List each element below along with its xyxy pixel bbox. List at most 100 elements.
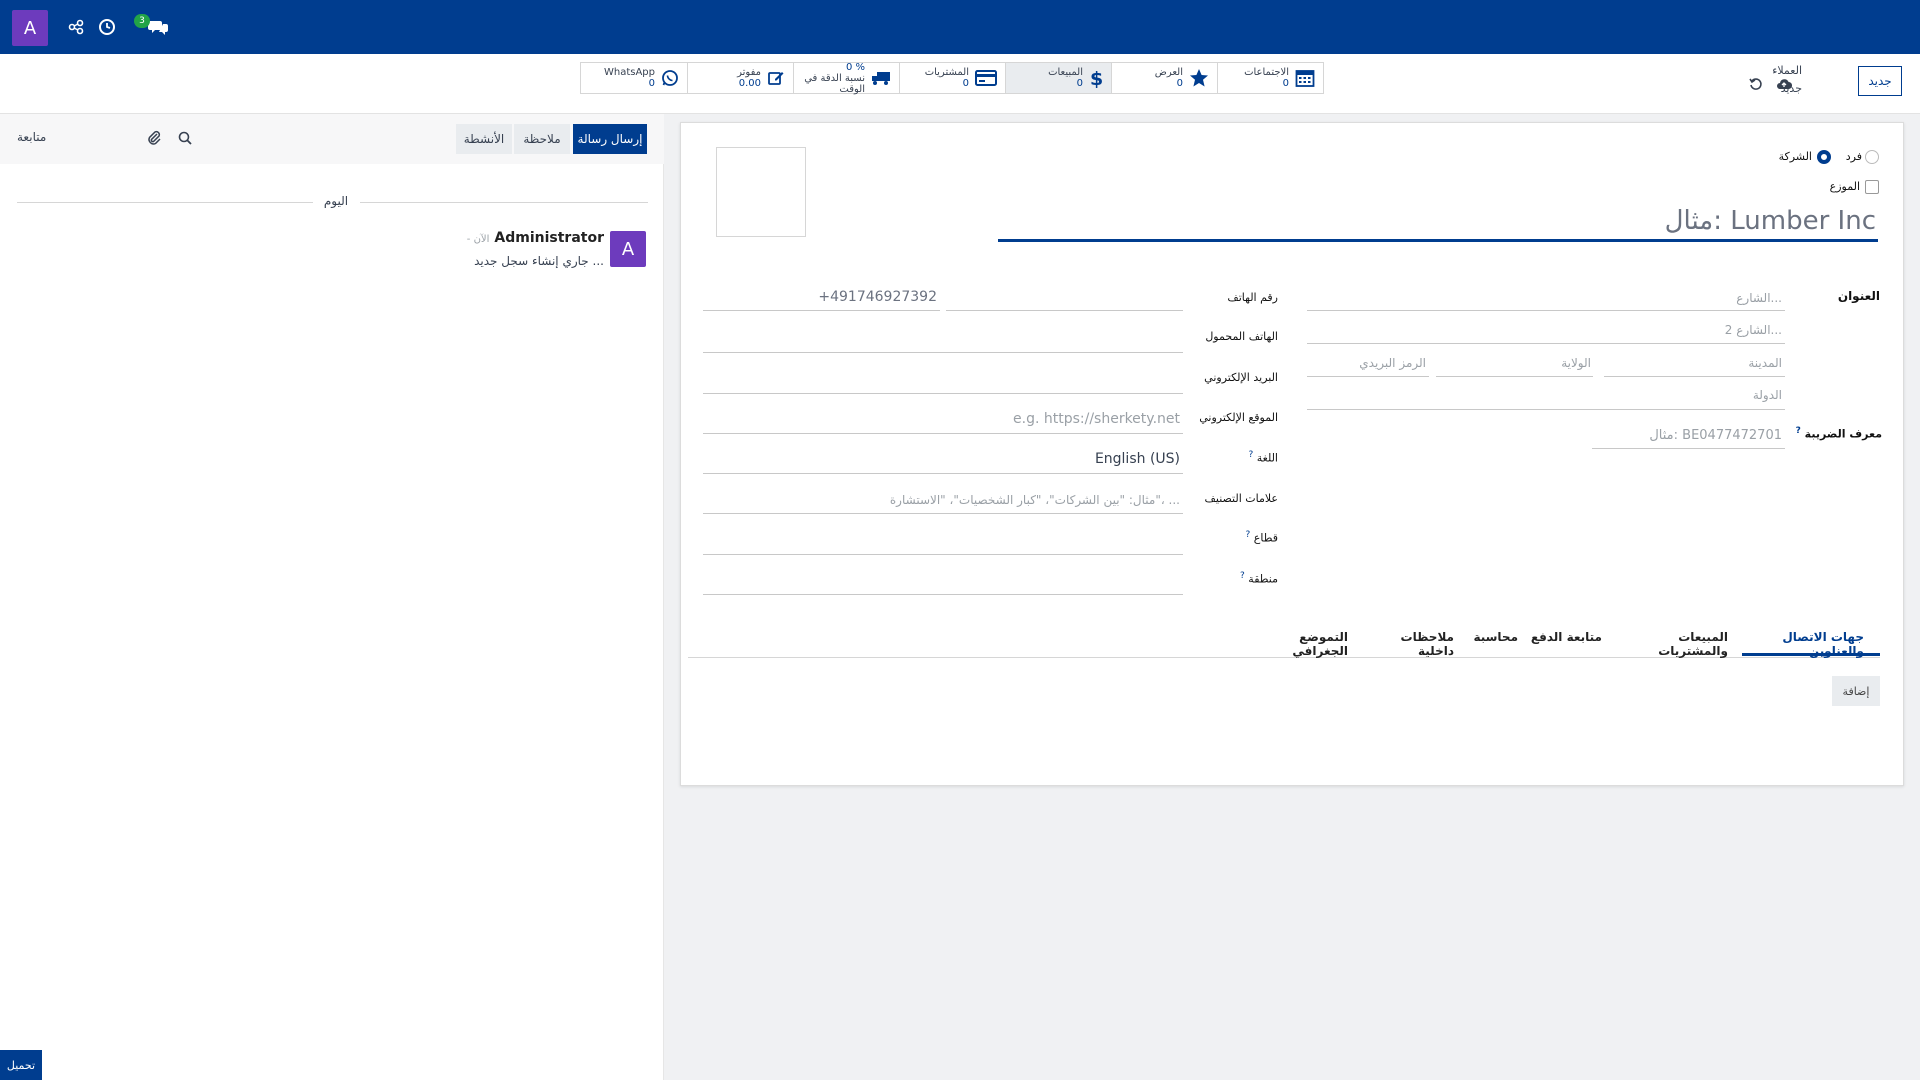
discard-icon[interactable] [1748,76,1764,92]
field-underline [1592,448,1785,449]
stat-value: 0 [648,78,655,89]
street-input[interactable]: الشارع... [1310,291,1782,305]
distributor-checkbox[interactable] [1865,180,1879,194]
help-icon[interactable]: ? [1246,530,1251,540]
tab-geolocation[interactable]: التموضع الجغرافي [1250,630,1348,658]
state-input[interactable]: الولاية [1439,356,1591,370]
help-icon[interactable]: ? [1796,426,1801,436]
message-author-avatar[interactable]: A [610,231,646,267]
clock-icon[interactable] [96,16,118,38]
phone-input[interactable]: +491746927392 [705,289,937,305]
website-input[interactable]: e.g. https://sherkety.net [706,411,1180,427]
on-time-rate-stat-button[interactable]: 0 % نسبة الدقة في الوقت [793,61,899,95]
truck-icon [872,72,890,85]
meetings-stat-button[interactable]: الاجتماعات 0 [1217,63,1323,93]
address-label: العنوان [1837,289,1880,303]
name-input[interactable]: مثال: Lumber Inc [1000,206,1876,236]
company-label: الشركة [1778,150,1812,163]
message-header: Administrator - الآن [467,230,604,246]
offers-stat-button[interactable]: العرض 0 [1111,63,1217,93]
field-underline [703,513,1183,514]
stat-label: نسبة الدقة في الوقت [804,72,865,95]
share-icon[interactable] [65,16,87,38]
tab-sales-purchases[interactable]: المبيعات والمشتريات [1620,630,1728,658]
field-underline [1307,310,1785,311]
street2-input[interactable]: الشارع 2... [1310,323,1782,337]
svg-text:$: $ [1090,68,1103,88]
message-time: - الآن [466,234,490,245]
stat-label: المبيعات [1048,67,1083,78]
field-underline [1307,343,1785,344]
tab-payment-followup[interactable]: متابعة الدفع [1530,630,1602,644]
help-icon[interactable]: ? [1248,450,1253,460]
chatter-panel: إرسال رسالة ملاحظة الأنشطة متابعة اليوم … [0,114,664,1080]
user-avatar[interactable]: A [12,10,48,46]
stat-label: مفوتر [737,67,761,78]
region-label: ? منطقة [1240,571,1278,586]
sector-label: ? قطاع [1245,530,1278,545]
mobile-input[interactable] [703,352,1183,353]
paperclip-icon[interactable] [146,130,162,149]
help-icon[interactable]: ? [1240,571,1245,581]
stat-value: 0 % [845,61,865,73]
stat-value: 0 [1076,78,1083,89]
date-separator-label: اليوم [323,194,349,208]
sector-input[interactable] [703,554,1183,555]
name-underline [998,239,1878,242]
separator [17,202,313,203]
message-author[interactable]: Administrator [494,230,604,246]
chat-count-badge: 3 [134,14,150,28]
city-input[interactable]: المدينة [1607,356,1782,370]
country-input[interactable]: الدولة [1310,388,1782,402]
language-label: ? اللغة [1248,450,1278,465]
stat-value: 0 [962,78,969,89]
invoice-edit-icon [768,72,784,85]
whatsapp-stat-button[interactable]: WhatsApp 0 [581,63,687,93]
activities-button[interactable]: الأنشطة [456,124,512,154]
active-tab-indicator [1742,653,1880,656]
new-button[interactable]: جديد [1858,66,1902,96]
individual-label: فرد [1845,150,1862,163]
website-label: الموقع الإلكتروني [1199,411,1278,424]
purchases-stat-button[interactable]: المشتريات 0 [899,63,1005,93]
email-label: البريد الإلكتروني [1204,371,1278,384]
star-icon [1190,69,1208,87]
sales-stat-button[interactable]: المبيعات 0 $ [1005,63,1111,93]
tab-accounting[interactable]: محاسبة [1470,630,1518,644]
cloud-upload-icon[interactable] [1776,76,1792,92]
top-navbar [0,0,1920,54]
field-underline [1307,409,1785,410]
avatar-image-field[interactable] [716,147,806,237]
add-contact-button[interactable]: إضافة [1832,676,1880,706]
tags-input[interactable]: مثال: "بين الشركات"، "كبار الشخصيات"، "ا… [706,493,1180,507]
dollar-icon: $ [1090,68,1103,88]
tab-internal-notes[interactable]: ملاحظات داخلية [1362,630,1454,658]
stat-value: 0 [1176,78,1183,89]
field-underline [1307,376,1429,377]
company-radio[interactable] [1817,150,1831,164]
follow-button[interactable]: متابعة [17,130,46,144]
log-note-button[interactable]: ملاحظة [514,124,570,154]
field-underline [1604,376,1785,377]
smart-buttons: WhatsApp 0 مفوتر 0.00 0 % نسبة الدقة في الو… [580,61,1324,95]
phone-label: رقم الهاتف [1227,291,1278,304]
field-underline [703,473,1183,474]
region-input[interactable] [703,594,1183,595]
search-icon[interactable] [178,131,192,148]
field-underline [703,310,940,311]
vat-input[interactable]: مثال: BE0477472701 [1595,428,1782,443]
send-message-button[interactable]: إرسال رسالة [573,124,647,154]
tags-label: علامات التصنيف [1204,492,1278,505]
field-underline [946,310,1183,311]
calendar-icon [1295,70,1315,87]
email-input[interactable] [703,393,1183,394]
separator [360,202,648,203]
individual-radio[interactable] [1865,150,1879,164]
stat-label: المشتريات [924,67,969,78]
stat-value: 0 [1282,78,1289,89]
zip-input[interactable]: الرمز البريدي [1310,356,1426,370]
stat-value: 0.00 [738,78,761,89]
download-button[interactable]: تحميل [0,1050,42,1080]
language-select[interactable]: English (US) [706,451,1180,467]
invoiced-stat-button[interactable]: مفوتر 0.00 [687,63,793,93]
